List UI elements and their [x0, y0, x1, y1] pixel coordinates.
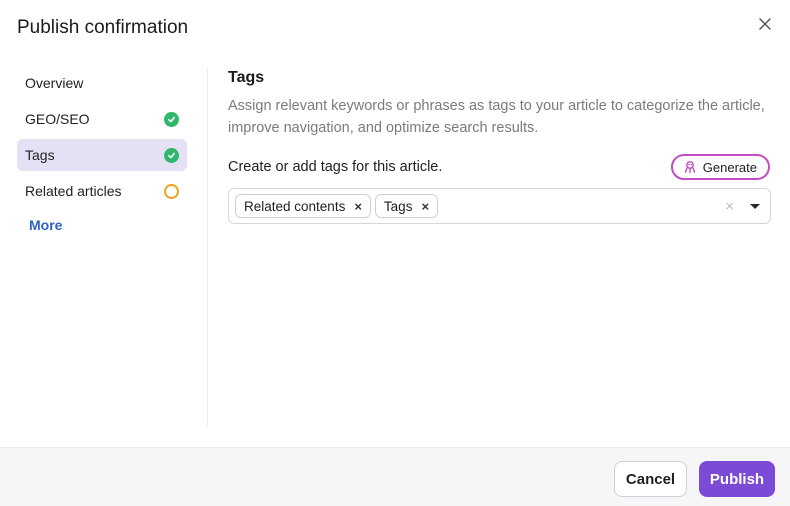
- status-indicator: [163, 183, 179, 199]
- check-circle-icon: [163, 147, 179, 163]
- cancel-button[interactable]: Cancel: [614, 461, 687, 497]
- remove-icon[interactable]: ×: [354, 200, 362, 213]
- section-title: Tags: [228, 69, 265, 86]
- section-description: Assign relevant keywords or phrases as t…: [228, 98, 765, 136]
- sidebar-item-label: Related articles: [25, 183, 122, 199]
- publish-button[interactable]: Publish: [699, 461, 775, 497]
- tags-field-label: Create or add tags for this article.: [228, 159, 443, 175]
- sidebar-item-label: Overview: [25, 75, 84, 91]
- sidebar-item-geo-seo[interactable]: GEO/SEO: [17, 103, 187, 135]
- dialog-footer: Cancel Publish: [0, 447, 790, 506]
- close-button[interactable]: [754, 13, 776, 35]
- publish-confirmation-dialog: Publish confirmation Overview GEO/SEO Ta…: [0, 0, 790, 506]
- dialog-title: Publish confirmation: [17, 17, 189, 38]
- generate-button[interactable]: Generate: [670, 154, 770, 180]
- generate-button-label: Generate: [702, 159, 757, 175]
- tag-chip: Related contents ×: [235, 194, 371, 218]
- vertical-divider: [207, 67, 208, 427]
- tags-multiselect[interactable]: Related contents × Tags × ×: [228, 188, 771, 224]
- status-indicator: [163, 147, 179, 163]
- ai-sparkle-icon: [684, 161, 695, 174]
- sidebar-nav: Overview GEO/SEO Tags Related articles M…: [17, 67, 187, 235]
- sidebar-item-related-articles[interactable]: Related articles: [17, 175, 187, 207]
- more-link[interactable]: More: [29, 217, 62, 233]
- tag-chip-label: Tags: [383, 198, 413, 214]
- tag-chip-label: Related contents: [244, 198, 346, 214]
- sidebar-item-label: GEO/SEO: [25, 111, 90, 127]
- sidebar-item-tags[interactable]: Tags: [17, 139, 187, 171]
- sidebar-item-overview[interactable]: Overview: [17, 67, 187, 99]
- tags-header-row: Create or add tags for this article. Gen…: [228, 154, 771, 180]
- tag-chip: Tags ×: [374, 194, 439, 218]
- circle-outline-icon: [163, 183, 179, 199]
- select-controls: ×: [725, 189, 760, 223]
- chevron-down-icon[interactable]: [750, 203, 760, 209]
- clear-icon[interactable]: ×: [725, 199, 734, 214]
- remove-icon[interactable]: ×: [421, 200, 429, 213]
- status-indicator: [163, 111, 179, 127]
- close-icon: [759, 18, 771, 30]
- main-content: Tags Assign relevant keywords or phrases…: [228, 69, 771, 224]
- check-circle-icon: [163, 111, 179, 127]
- sidebar-item-label: Tags: [25, 147, 55, 163]
